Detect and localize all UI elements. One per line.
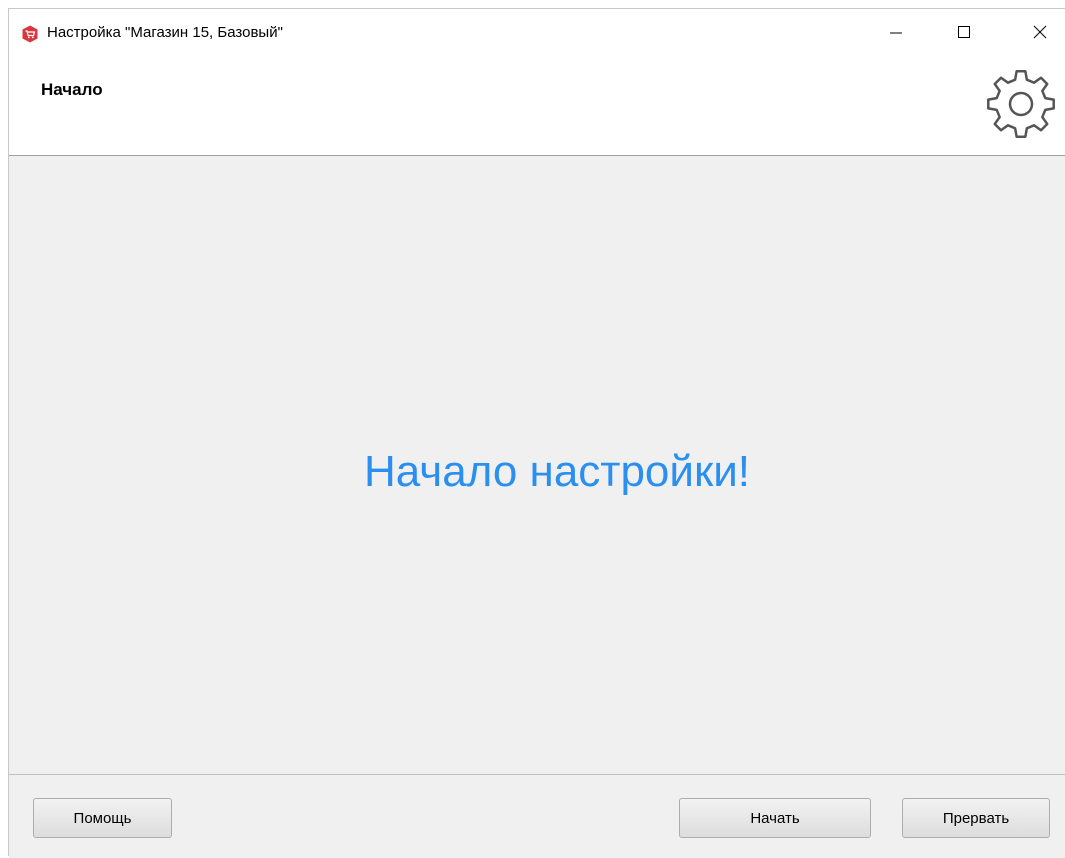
wizard-content: Начало настройки! — [9, 156, 1065, 774]
minimize-button[interactable] — [873, 9, 919, 55]
gear-icon — [981, 64, 1061, 144]
wizard-footer: Помощь Начать Прервать — [9, 774, 1065, 858]
close-icon — [1033, 25, 1047, 39]
close-button[interactable] — [1017, 9, 1063, 55]
wizard-header: Начало — [9, 56, 1065, 156]
shop-cart-icon — [21, 25, 39, 43]
help-button[interactable]: Помощь — [33, 798, 172, 838]
maximize-icon — [957, 25, 971, 39]
minimize-icon — [889, 25, 903, 39]
window-title: Настройка "Магазин 15, Базовый" — [47, 24, 283, 41]
cancel-button[interactable]: Прервать — [902, 798, 1050, 838]
title-bar[interactable]: Настройка "Магазин 15, Базовый" — [9, 9, 1065, 56]
setup-wizard-window: Настройка "Магазин 15, Базовый" Начало Н… — [8, 8, 1065, 858]
maximize-button[interactable] — [941, 9, 987, 55]
step-title: Начало — [41, 80, 103, 99]
welcome-heading: Начало настройки! — [363, 447, 751, 496]
start-button[interactable]: Начать — [679, 798, 871, 838]
